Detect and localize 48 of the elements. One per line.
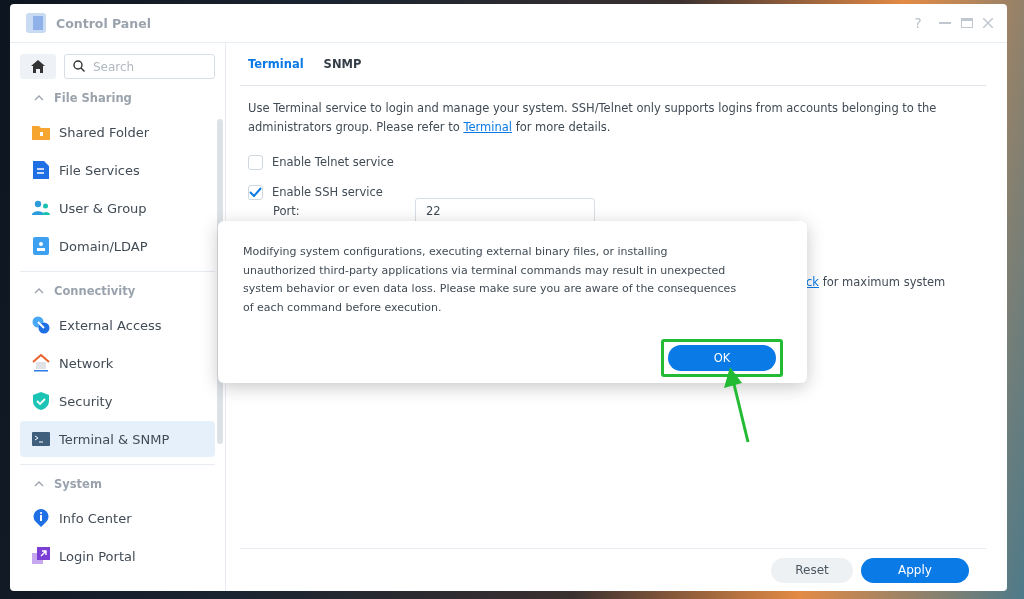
shield-check-icon [33, 392, 49, 410]
sidebar-item[interactable]: Security [20, 383, 215, 419]
sidebar-item[interactable]: Terminal & SNMP [20, 421, 215, 457]
link-icon [32, 316, 50, 334]
search-icon [73, 60, 85, 72]
tab[interactable]: Terminal [248, 43, 304, 85]
sidebar-item[interactable]: Network [20, 345, 215, 381]
info-icon [33, 509, 49, 527]
contact-card-icon [33, 237, 49, 255]
description-text: Use Terminal service to login and manage your system. SSH/Telnet only supports logins from accounts belonging to the administrators group. Please refer to Terminal for more details. [248, 100, 938, 136]
minimize-icon[interactable] [939, 22, 951, 24]
chevron-icon [34, 288, 44, 294]
apply-button[interactable]: Apply [861, 557, 969, 583]
checkbox[interactable] [248, 184, 263, 200]
house-icon [32, 354, 50, 372]
partial-link[interactable]: ck [806, 275, 819, 289]
chevron-icon [34, 95, 44, 101]
home-button[interactable] [20, 54, 56, 79]
maximize-icon[interactable] [961, 18, 973, 28]
ok-button[interactable]: OK [668, 345, 776, 371]
sidebar-item[interactable]: Domain/LDAP [20, 228, 215, 264]
app-icon [26, 13, 46, 33]
tab[interactable]: SNMP [323, 43, 362, 85]
sidebar-item[interactable]: File Services [20, 152, 215, 188]
checkbox[interactable] [248, 154, 263, 170]
search-field[interactable]: Search [64, 54, 215, 79]
sidebar-item[interactable]: User & Group [20, 190, 215, 226]
note-text: ck for maximum system [806, 275, 946, 289]
sidebar-item[interactable]: Info Center [20, 500, 215, 536]
port-field[interactable]: 22 [415, 198, 595, 224]
checkbox-label: Enable Telnet service [272, 155, 394, 169]
document-icon [33, 161, 49, 179]
dialog-message: Modifying system configurations, executing external binary files, or installing unauthorized third-party applications via terminal commands may result in unexpected system behavior or even data loss. Please make sure you are aware of the consequences of each command before execution. [243, 244, 738, 316]
window-title: Control Panel [56, 15, 152, 31]
folder-icon [32, 124, 50, 140]
chevron-icon [34, 481, 44, 487]
close-icon[interactable] [983, 18, 993, 28]
portal-icon [32, 547, 50, 565]
home-icon [31, 60, 45, 73]
port-label: Port: [273, 204, 301, 218]
checkbox-label: Enable SSH service [272, 185, 383, 199]
sidebar-item[interactable]: Login Portal [20, 538, 215, 574]
sidebar-item[interactable]: Shared Folder [20, 114, 215, 150]
terminal-icon [32, 432, 50, 446]
users-icon [32, 200, 50, 216]
terminal-link[interactable]: Terminal [463, 120, 512, 134]
reset-button[interactable]: Reset [771, 557, 853, 583]
sidebar-item[interactable]: External Access [20, 307, 215, 343]
